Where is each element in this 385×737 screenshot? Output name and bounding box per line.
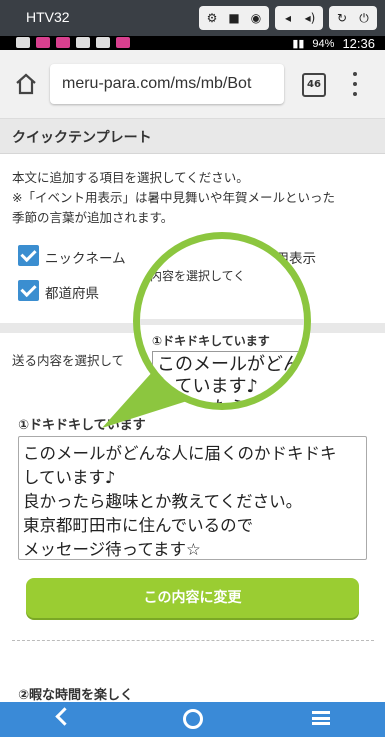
back-icon[interactable]	[55, 707, 74, 726]
magnified-textarea: このメールがどんな しています♪ 良かったら趣味と	[152, 351, 304, 403]
magnified-divider	[140, 319, 304, 325]
magnifier-callout: 内容を選択してく ①ドキドキしています このメールがどんな しています♪ 良かっ…	[133, 232, 311, 410]
menu-icon[interactable]	[312, 711, 330, 725]
magnified-template-title: ①ドキドキしています	[152, 334, 270, 348]
navigation-bar	[0, 702, 385, 737]
magnified-prompt: 内容を選択してく	[150, 269, 246, 283]
home-circle-icon[interactable]	[183, 709, 203, 729]
